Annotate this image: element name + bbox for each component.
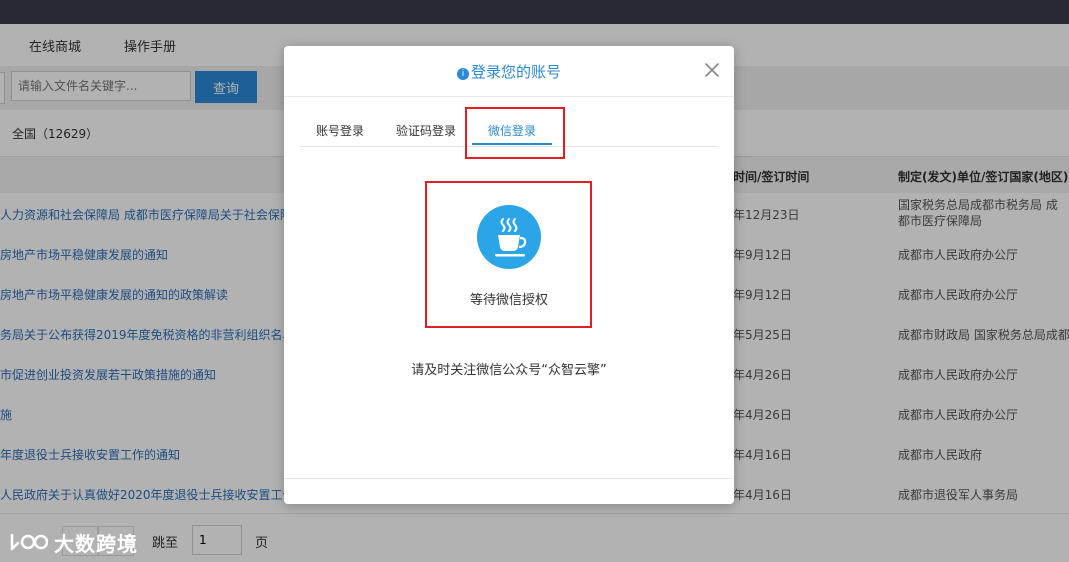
login-modal: i 登录您的账号 账号登录 验证码登录 微信登录 等待微信授权 请及时关注微信公众… [284,46,734,504]
watermark: 大数跨境 [8,528,138,556]
coffee-cup-icon [495,218,527,257]
close-icon[interactable] [702,60,722,80]
modal-footer-divider [284,478,734,479]
highlight-frame-tab [465,107,565,159]
tab-code-login[interactable]: 验证码登录 [396,122,456,139]
watermark-logo-icon [10,533,48,551]
follow-notice: 请及时关注微信公众号“众智云擎” [411,363,607,378]
watermark-text: 大数跨境 [54,531,138,556]
tab-account-login[interactable]: 账号登录 [316,122,364,139]
wechat-status-text: 等待微信授权 [469,293,548,308]
wechat-wait-badge [477,205,541,269]
modal-title: i 登录您的账号 [284,61,734,82]
modal-title-text: 登录您的账号 [470,63,561,81]
modal-header: i 登录您的账号 [284,46,734,97]
info-icon: i [456,68,469,80]
